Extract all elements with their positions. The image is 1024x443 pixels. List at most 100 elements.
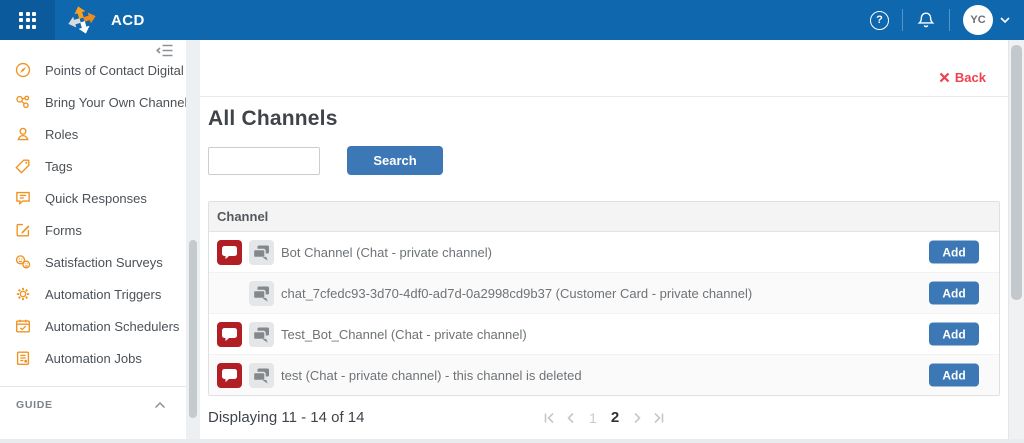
search-row: Search [208, 146, 1000, 175]
app-body: Points of Contact Digital Bring Your Own … [0, 40, 1024, 439]
page-1-button[interactable]: 1 [582, 410, 604, 426]
pagination-controls: 12 [538, 407, 670, 429]
calendar-check-icon [14, 317, 32, 335]
last-page-button[interactable] [648, 407, 670, 429]
sidebar-item-bring-your-own-channel[interactable]: Bring Your Own Channel [0, 86, 186, 118]
user-icon [14, 125, 32, 143]
channel-label: Bot Channel (Chat - private channel) [281, 245, 492, 260]
sidebar-item-tags[interactable]: Tags [0, 150, 186, 182]
app-name: ACD [111, 12, 145, 29]
sidebar-item-automation-schedulers[interactable]: Automation Schedulers [0, 310, 186, 342]
main-content: All Channels Search Channel Bot Channel … [200, 97, 1008, 439]
main-header-bar: Back [200, 40, 1008, 97]
sidebar-scrollbar [186, 40, 200, 439]
sidebar-item-label: Bring Your Own Channel [45, 95, 187, 110]
sidebar-nav: Points of Contact Digital Bring Your Own … [0, 40, 186, 374]
sidebar: Points of Contact Digital Bring Your Own … [0, 40, 186, 439]
sidebar-item-guide[interactable]: GUIDE [0, 387, 186, 423]
add-button[interactable]: Add [929, 241, 979, 264]
channel-label: test (Chat - private channel) - this cha… [281, 368, 582, 383]
page-2-button[interactable]: 2 [604, 409, 626, 426]
table-row: test (Chat - private channel) - this cha… [209, 354, 999, 395]
topbar-divider [902, 9, 903, 31]
back-button[interactable]: Back [939, 70, 986, 85]
last-page-icon [652, 411, 666, 425]
table-header-channel: Channel [209, 202, 999, 232]
close-icon [939, 72, 950, 83]
chat-red-icon [217, 322, 242, 347]
tag-icon [14, 157, 32, 175]
back-label: Back [955, 70, 986, 85]
sidebar-scrollbar-thumb[interactable] [189, 240, 197, 418]
sidebar-item-automation-jobs[interactable]: Automation Jobs [0, 342, 186, 374]
sidebar-item-label: Tags [45, 159, 72, 174]
table-rows: Bot Channel (Chat - private channel) Add c… [209, 232, 999, 395]
avatar: YC [963, 5, 993, 35]
collapse-sidebar-icon[interactable] [155, 43, 174, 63]
bell-icon[interactable] [916, 10, 936, 30]
jobs-icon [14, 349, 32, 367]
chevron-up-icon [154, 401, 166, 409]
sidebar-item-satisfaction-surveys[interactable]: Satisfaction Surveys [0, 246, 186, 278]
channel-label: chat_7cfedc93-3d70-4df0-ad7d-0a2998cd9b3… [281, 286, 752, 301]
channels-table: Channel Bot Channel (Chat - private chan… [208, 201, 1000, 396]
add-button[interactable]: Add [929, 364, 979, 387]
gear-icon [14, 285, 32, 303]
sidebar-item-label: Forms [45, 223, 82, 238]
pagination: Displaying 11 - 14 of 14 12 [208, 396, 1000, 439]
prev-page-button[interactable] [560, 407, 582, 429]
sidebar-item-label: Roles [45, 127, 78, 142]
channel-cell: Test_Bot_Channel (Chat - private channel… [217, 321, 777, 347]
forum-icon [249, 363, 274, 388]
chevron-down-icon [1000, 17, 1010, 24]
sidebar-item-label: Points of Contact Digital [45, 63, 184, 78]
sidebar-item-label: Quick Responses [45, 191, 147, 206]
sidebar-item-label: Automation Triggers [45, 287, 161, 302]
sidebar-item-quick-responses[interactable]: Quick Responses [0, 182, 186, 214]
table-row: Test_Bot_Channel (Chat - private channel… [209, 313, 999, 354]
pagination-summary: Displaying 11 - 14 of 14 [208, 409, 364, 426]
channel-cell: Bot Channel (Chat - private channel) [217, 239, 777, 265]
table-row: chat_7cfedc93-3d70-4df0-ad7d-0a2998cd9b3… [209, 272, 999, 313]
topbar-divider [949, 9, 950, 31]
channel-cell: test (Chat - private channel) - this cha… [217, 362, 777, 388]
user-menu[interactable]: YC [963, 5, 1010, 35]
app-switcher-button[interactable] [0, 0, 55, 40]
main-panel: Back All Channels Search Channel Bot Cha… [200, 40, 1008, 439]
first-page-icon [542, 411, 556, 425]
sidebar-item-label: Automation Jobs [45, 351, 142, 366]
forum-icon [249, 240, 274, 265]
form-pencil-icon [14, 221, 32, 239]
compass-icon [14, 61, 32, 79]
icon-spacer [217, 281, 242, 306]
apps-grid-icon [19, 12, 36, 29]
app-logo-icon [65, 3, 99, 37]
chevron-left-icon [564, 411, 578, 425]
avatar-initials: YC [970, 14, 985, 26]
sidebar-item-roles[interactable]: Roles [0, 118, 186, 150]
table-row: Bot Channel (Chat - private channel) Add [209, 232, 999, 272]
help-icon[interactable]: ? [870, 11, 889, 30]
next-page-button[interactable] [626, 407, 648, 429]
window-scrollbar [1008, 40, 1024, 439]
search-button[interactable]: Search [347, 146, 443, 175]
sidebar-item-label: Satisfaction Surveys [45, 255, 163, 270]
forum-icon [249, 322, 274, 347]
sidebar-item-forms[interactable]: Forms [0, 214, 186, 246]
window-scrollbar-thumb[interactable] [1011, 45, 1022, 300]
smileys-icon [14, 253, 32, 271]
comment-icon [14, 189, 32, 207]
nodes-icon [14, 93, 32, 111]
top-bar: ACD ? YC [0, 0, 1024, 40]
search-input[interactable] [208, 147, 320, 175]
sidebar-item-automation-triggers[interactable]: Automation Triggers [0, 278, 186, 310]
add-button[interactable]: Add [929, 282, 979, 305]
add-button[interactable]: Add [929, 323, 979, 346]
chevron-right-icon [630, 411, 644, 425]
sidebar-item-label: Automation Schedulers [45, 319, 179, 334]
channel-label: Test_Bot_Channel (Chat - private channel… [281, 327, 527, 342]
page-title: All Channels [208, 107, 1000, 131]
channel-cell: chat_7cfedc93-3d70-4df0-ad7d-0a2998cd9b3… [217, 280, 777, 306]
forum-icon [249, 281, 274, 306]
first-page-button[interactable] [538, 407, 560, 429]
